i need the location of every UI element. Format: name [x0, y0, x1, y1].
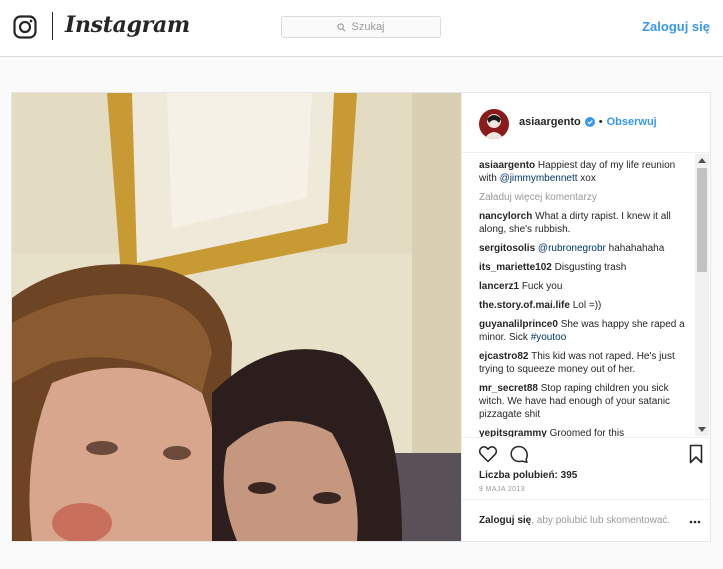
- login-prompt: Zaloguj się, aby polubić lub skomentować…: [462, 499, 711, 541]
- follow-button[interactable]: Obserwuj: [607, 116, 657, 128]
- comment-text: Fuck you: [521, 281, 563, 292]
- caption: asiaargento Happiest day of my life reun…: [479, 159, 694, 185]
- comments-scrollbar[interactable]: [695, 154, 709, 436]
- post-actions: Liczba polubień: 395 9 MAJA 2013: [462, 437, 711, 497]
- comment-username[interactable]: the.story.of.mai.life: [479, 300, 570, 311]
- comment-item: lancerz1 Fuck you: [479, 280, 694, 293]
- heart-icon[interactable]: [478, 444, 498, 464]
- comment-username[interactable]: its_mariette102: [479, 262, 552, 273]
- comment-mention[interactable]: @rubronegrobr: [538, 243, 606, 254]
- photo-image: [12, 93, 461, 541]
- comment-text: Lol =)): [572, 300, 602, 311]
- comment-text: hahahahaha: [605, 243, 665, 254]
- comment-text: Disgusting trash: [554, 262, 627, 273]
- caption-mention[interactable]: @jimmymbennett: [500, 173, 578, 184]
- search-input[interactable]: Szukaj: [281, 16, 441, 38]
- post-date[interactable]: 9 MAJA 2013: [479, 486, 525, 493]
- scrollbar-thumb[interactable]: [697, 168, 707, 272]
- author-username[interactable]: asiaargento: [519, 116, 581, 128]
- instagram-camera-icon[interactable]: [13, 15, 37, 39]
- comment-username[interactable]: lancerz1: [479, 281, 519, 292]
- caption-username[interactable]: asiaargento: [479, 160, 535, 171]
- search-placeholder: Szukaj: [351, 21, 385, 33]
- scroll-up-arrow-icon[interactable]: [698, 158, 706, 163]
- comment-username[interactable]: ejcastro82: [479, 351, 528, 362]
- likes-label: Liczba polubień:: [479, 470, 558, 481]
- login-prompt-link[interactable]: Zaloguj się: [479, 515, 531, 526]
- comments-list: asiaargento Happiest day of my life reun…: [479, 159, 694, 449]
- comment-item: its_mariette102 Disgusting trash: [479, 261, 694, 274]
- more-options-icon[interactable]: [689, 520, 701, 524]
- comment-username[interactable]: guyanalilprince0: [479, 319, 558, 330]
- search-icon: [337, 22, 346, 31]
- separator-dot: •: [598, 116, 603, 128]
- comment-item: sergitosolis @rubronegrobr hahahahaha: [479, 242, 694, 255]
- likes-count[interactable]: Liczba polubień: 395: [479, 470, 577, 481]
- load-more-comments-button[interactable]: Załaduj więcej komentarzy: [479, 191, 694, 204]
- comment-item: nancylorch What a dirty rapist. I knew i…: [479, 210, 694, 236]
- caption-text-end: xox: [577, 173, 596, 184]
- bookmark-icon[interactable]: [689, 444, 703, 464]
- comment-hashtag[interactable]: #youtoo: [531, 332, 567, 343]
- comment-item: guyanalilprince0 She was happy she raped…: [479, 318, 694, 344]
- comment-item: mr_secret88 Stop raping children you sic…: [479, 382, 694, 421]
- comment-bubble-icon[interactable]: [509, 444, 529, 464]
- comment-item: the.story.of.mai.life Lol =)): [479, 299, 694, 312]
- comment-username[interactable]: sergitosolis: [479, 243, 535, 254]
- post-card: asiaargento • Obserwuj asiaargento Happi…: [11, 92, 711, 542]
- top-navigation-bar: Instagram Szukaj Zaloguj się: [0, 0, 723, 57]
- post-header: asiaargento • Obserwuj: [462, 93, 711, 153]
- instagram-wordmark[interactable]: Instagram: [65, 12, 190, 38]
- logo-divider: [52, 12, 53, 40]
- scroll-down-arrow-icon[interactable]: [698, 427, 706, 432]
- author-avatar[interactable]: [479, 109, 509, 139]
- comment-item: ejcastro82 This kid was not raped. He's …: [479, 350, 694, 376]
- avatar-image: [479, 109, 509, 139]
- comment-username[interactable]: mr_secret88: [479, 383, 538, 394]
- author-row: asiaargento • Obserwuj: [519, 116, 657, 128]
- login-prompt-text: Zaloguj się, aby polubić lub skomentować…: [479, 515, 670, 526]
- post-sidebar: asiaargento • Obserwuj asiaargento Happi…: [461, 93, 711, 541]
- login-prompt-suffix: , aby polubić lub skomentować.: [531, 515, 671, 526]
- verified-badge-icon: [584, 117, 595, 127]
- post-photo[interactable]: [12, 93, 461, 541]
- login-link[interactable]: Zaloguj się: [642, 19, 710, 34]
- likes-number: 395: [560, 470, 578, 481]
- comment-username[interactable]: nancylorch: [479, 211, 532, 222]
